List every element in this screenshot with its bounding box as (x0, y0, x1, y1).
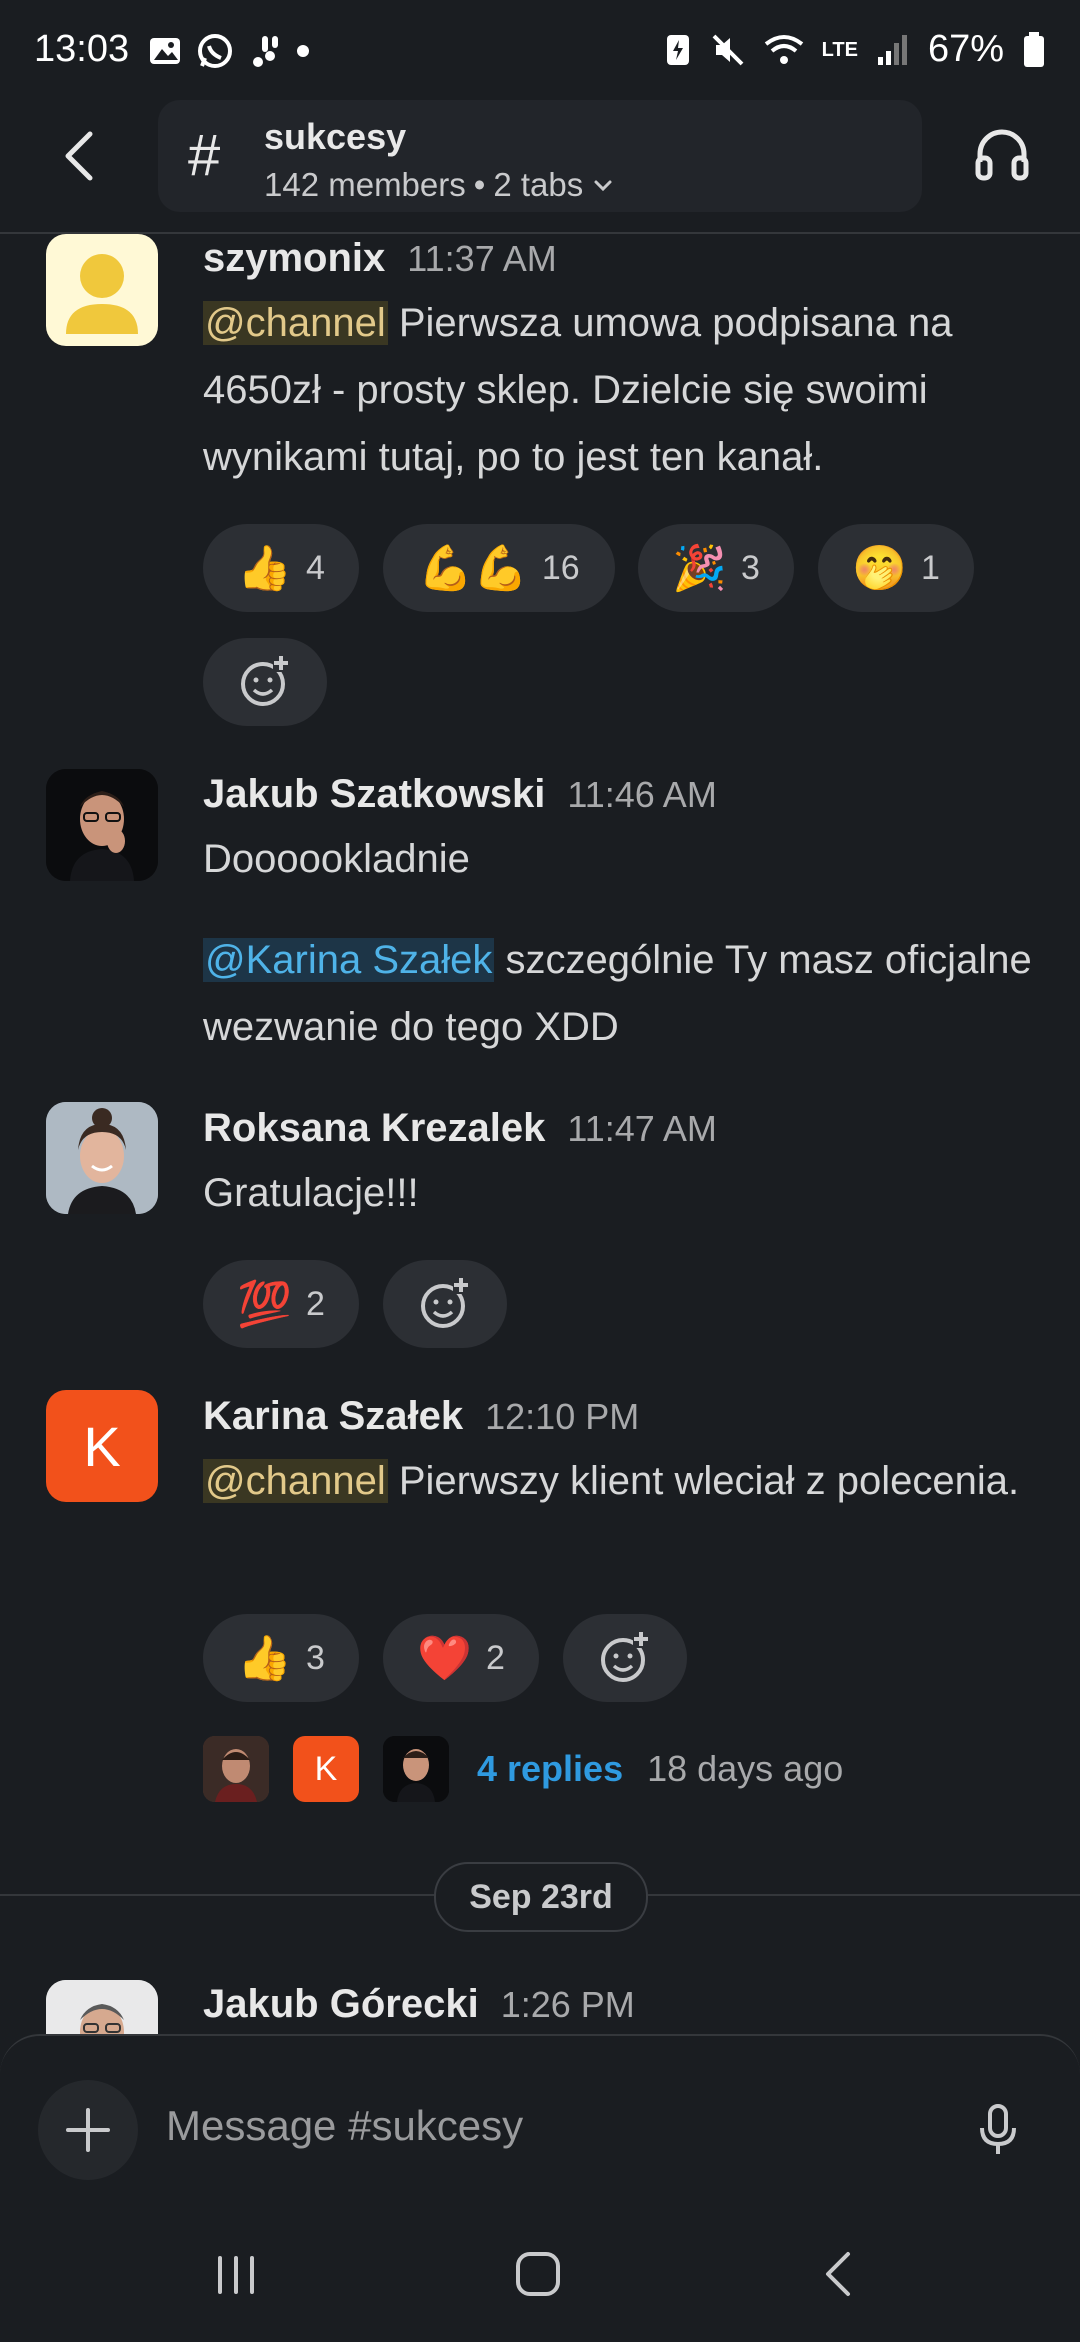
wifi-icon (764, 34, 803, 64)
add-reaction-button[interactable] (563, 1614, 687, 1702)
add-reaction-button[interactable] (383, 1260, 507, 1348)
battery-percent: 67% (927, 28, 1004, 70)
add-emoji-icon (421, 1278, 469, 1328)
add-emoji-icon (601, 1632, 649, 1682)
message-input[interactable]: Message #sukcesy (166, 2102, 523, 2150)
timestamp: 11:37 AM (407, 238, 557, 279)
channel-mention[interactable]: @channel (203, 1459, 388, 1503)
battery-saver-icon (666, 34, 689, 65)
whatsapp-icon (198, 34, 232, 68)
replies-link[interactable]: 4 replies (477, 1748, 623, 1790)
message-text: Doooookladnie (203, 837, 470, 881)
author-name[interactable]: szymonix 11:37 AM (203, 236, 557, 281)
channel-hash-icon: # (188, 123, 221, 188)
last-reply-time: 18 days ago (647, 1748, 844, 1789)
home-icon[interactable] (508, 2244, 568, 2304)
profile-photo (203, 1736, 269, 1802)
message-text: @channel Pierwsza umowa podpisana na 465… (203, 301, 953, 479)
dot-icon (297, 45, 309, 57)
timestamp: 12:10 PM (485, 1396, 640, 1437)
profile-photo (46, 769, 158, 881)
channel-subtitle: 142 members • 2 tabs (264, 166, 615, 204)
channel-name: sukcesy (264, 116, 407, 157)
notification-icons (148, 32, 310, 70)
hundred-icon: 💯 (237, 1280, 292, 1329)
avatar-szymonix[interactable] (46, 234, 158, 346)
avatar-letter: K (83, 1414, 121, 1478)
reaction-heart[interactable]: ❤️ 2 (383, 1614, 539, 1702)
avatar-jakub-szatkowski[interactable] (46, 769, 158, 881)
signal-icon (877, 34, 907, 65)
author-name[interactable]: Roksana Krezalek 11:47 AM (203, 1106, 717, 1151)
channel-mention[interactable]: @channel (203, 301, 388, 345)
battery-icon (1024, 31, 1044, 67)
app-notification-icon (253, 36, 278, 67)
timestamp: 1:26 PM (500, 1984, 635, 2025)
author-name[interactable]: Karina Szałek 12:10 PM (203, 1394, 639, 1439)
avatar-jakub-gorecki[interactable] (46, 1980, 158, 2034)
status-bar: 13:03 LTE 67% (0, 0, 1080, 96)
thread-avatar (383, 1736, 449, 1802)
mute-icon (712, 34, 744, 65)
author-name[interactable]: Jakub Górecki 1:26 PM (203, 1982, 635, 2027)
timestamp: 11:47 AM (567, 1108, 717, 1149)
party-popper-icon: 🎉 (672, 544, 727, 593)
chevron-down-icon (594, 180, 612, 192)
add-emoji-icon (241, 656, 289, 706)
thread-avatar: K (293, 1736, 359, 1802)
add-reaction-button[interactable] (203, 638, 327, 726)
avatar-roksana-krezalek[interactable] (46, 1102, 158, 1214)
lte-label: LTE (821, 38, 858, 61)
thumbsup-icon: 👍 (237, 544, 292, 593)
profile-photo (383, 1736, 449, 1802)
huddle-headphones-icon[interactable] (972, 124, 1032, 184)
message-text: @Karina Szałek szczególnie Ty masz oficj… (203, 938, 1032, 1049)
message-feed[interactable]: szymonix 11:37 AM @channel Pierwsza umowa… (0, 234, 1080, 2034)
system-icons: LTE 67% (664, 28, 1046, 71)
message-text: @channel Pierwszy klient wleciał z polec… (203, 1459, 1020, 1503)
user-mention[interactable]: @Karina Szałek (203, 938, 495, 982)
channel-info-button[interactable]: # sukcesy 142 members • 2 tabs (158, 100, 922, 212)
thread-summary[interactable]: K 4 replies 18 days ago (203, 1734, 843, 1804)
plus-icon (66, 2108, 110, 2152)
profile-photo (46, 1102, 158, 1214)
profile-photo (46, 1980, 158, 2034)
reaction-muscle[interactable]: 💪💪 16 (383, 524, 615, 612)
reaction-party[interactable]: 🎉 3 (638, 524, 794, 612)
back-nav-icon[interactable] (810, 2244, 870, 2304)
message-text: Gratulacje!!! (203, 1171, 419, 1215)
system-navigation-bar (0, 2220, 1080, 2340)
gallery-icon (150, 38, 180, 64)
avatar-karina-szalek[interactable]: K (46, 1390, 158, 1502)
thread-avatar (203, 1736, 269, 1802)
timestamp: 11:46 AM (567, 774, 717, 815)
reaction-hand-over-mouth[interactable]: 🤭 1 (818, 524, 974, 612)
back-arrow-icon[interactable] (52, 126, 112, 186)
thumbsup-icon: 👍 (237, 1634, 292, 1683)
recent-apps-icon[interactable] (206, 2244, 266, 2304)
tabs-count: 2 tabs (493, 166, 584, 203)
date-divider[interactable]: Sep 23rd (434, 1862, 648, 1932)
attach-button[interactable] (38, 2080, 138, 2180)
status-time: 13:03 (34, 28, 130, 70)
reaction-hundred[interactable]: 💯 2 (203, 1260, 359, 1348)
channel-header: # sukcesy 142 members • 2 tabs (0, 96, 1080, 234)
avatar-letter: K (314, 1749, 338, 1788)
hand-over-mouth-icon: 🤭 (852, 544, 907, 593)
reaction-thumbsup[interactable]: 👍 4 (203, 524, 359, 612)
microphone-icon[interactable] (968, 2100, 1028, 2160)
author-name[interactable]: Jakub Szatkowski 11:46 AM (203, 772, 717, 817)
muscle-icon: 💪💪 (418, 544, 528, 593)
reaction-thumbsup[interactable]: 👍 3 (203, 1614, 359, 1702)
heart-icon: ❤️ (417, 1634, 472, 1683)
default-user-icon (66, 254, 138, 334)
member-count: 142 members (264, 166, 466, 203)
separator-dot: • (473, 166, 486, 203)
